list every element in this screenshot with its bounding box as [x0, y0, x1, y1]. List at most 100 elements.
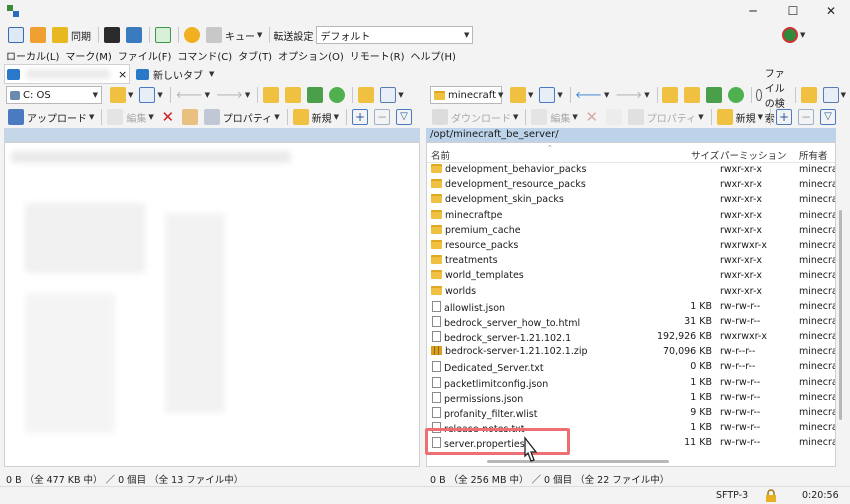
filter-button[interactable]: ▼ [137, 85, 164, 105]
file-name: packetlimitconfig.json [444, 378, 549, 390]
upload-button[interactable]: アップロード ▼ [6, 107, 96, 127]
column-name[interactable]: 名前 [431, 148, 450, 162]
left-path-bar[interactable] [4, 128, 420, 142]
unselect-button[interactable]: − [372, 107, 392, 127]
table-row[interactable]: development_resource_packs rwxr-xr-x minec… [427, 177, 835, 192]
menu-mark[interactable]: マーク(M) [65, 48, 111, 63]
back-button[interactable]: 🡐 ▼ [174, 85, 212, 105]
transfer-settings-select[interactable]: デフォルト ▼ [316, 26, 474, 44]
column-owner[interactable]: 所有者 [799, 148, 828, 162]
table-row[interactable]: allowlist.json 1 KB rw-rw-r-- minecraft [427, 299, 835, 314]
sync-browse-button[interactable] [153, 25, 173, 45]
drive-value: C: OS [23, 89, 51, 101]
rename-button[interactable] [180, 107, 200, 127]
back-button[interactable]: 🡐 ▼ [573, 85, 611, 105]
table-row[interactable]: world_templates rwxr-xr-x minecraft [427, 268, 835, 283]
find-files-button[interactable]: ファイルの検索 [754, 69, 790, 125]
forward-button[interactable]: 🡒 ▼ [214, 85, 252, 105]
refresh-button[interactable] [327, 85, 347, 105]
chevron-down-icon: ▼ [557, 91, 563, 99]
putty-button[interactable] [124, 25, 144, 45]
refresh-button[interactable] [726, 85, 746, 105]
rename-button[interactable] [604, 107, 624, 127]
session-menu[interactable]: ▼ [782, 24, 805, 46]
new-button[interactable]: 新規 ▼ [715, 107, 765, 127]
table-row[interactable]: worlds rwxr-xr-x minecraft [427, 284, 835, 299]
table-row[interactable]: development_skin_packs rwxr-xr-x minecraft [427, 192, 835, 207]
find-button[interactable] [799, 85, 819, 105]
sync-button[interactable]: 同期 [50, 25, 93, 45]
filter-select-button[interactable]: ▽ [394, 107, 414, 127]
delete-button[interactable]: ✕ [158, 107, 178, 127]
protocol-text: SFTP-3 [716, 490, 749, 501]
column-permission[interactable]: パーミッション [720, 148, 787, 162]
open-folder-button[interactable]: ▼ [108, 85, 135, 105]
vertical-scrollbar[interactable] [839, 210, 842, 420]
file-permission: rw-rw-r-- [720, 407, 761, 418]
root-folder-button[interactable] [682, 85, 702, 105]
refresh-both-button[interactable] [28, 25, 48, 45]
table-row[interactable]: resource_packs rwxrwxr-x minecraft [427, 238, 835, 253]
remote-path-bar[interactable]: /opt/minecraft_be_server/ [426, 128, 836, 142]
drive-select[interactable]: C: OS ▼ [6, 86, 102, 104]
table-row[interactable]: profanity_filter.wlist 9 KB rw-rw-r-- minec… [427, 405, 835, 420]
view-button[interactable]: ▼ [821, 85, 848, 105]
queue-button[interactable]: キュー ▼ [204, 25, 264, 45]
select-all-button[interactable]: + [350, 107, 370, 127]
parent-folder-button[interactable] [261, 85, 281, 105]
root-folder-button[interactable] [283, 85, 303, 105]
horizontal-scrollbar[interactable] [487, 460, 669, 463]
table-row[interactable]: bedrock_server_how_to.html 31 KB rw-rw-r--… [427, 314, 835, 329]
open-folder-button[interactable]: ▼ [508, 85, 535, 105]
table-row[interactable]: premium_cache rwxr-xr-x minecraft [427, 223, 835, 238]
new-button[interactable]: 新規 ▼ [291, 107, 341, 127]
session-tab[interactable]: × [4, 64, 130, 84]
new-tab-button[interactable]: 新しいタブ ▼ [136, 64, 214, 84]
download-button[interactable]: ダウンロード ▼ [430, 107, 520, 127]
menu-options[interactable]: オプション(O) [278, 48, 344, 63]
menu-remote[interactable]: リモート(R) [350, 48, 405, 63]
table-row[interactable]: packetlimitconfig.json 1 KB rw-rw-r-- minec… [427, 375, 835, 390]
select-all-button[interactable]: + [774, 107, 794, 127]
preferences-button[interactable] [182, 25, 202, 45]
tab-close-button[interactable]: × [118, 68, 127, 81]
edit-button[interactable]: 編集 ▼ [529, 107, 579, 127]
table-row[interactable]: treatments rwxr-xr-x minecraft [427, 253, 835, 268]
delete-icon: ✕ [585, 108, 599, 126]
remote-file-list[interactable]: 名前 サイズ パーミッション 所有者 ⌃ development_behavio… [426, 142, 836, 467]
menu-tab[interactable]: タブ(T) [238, 48, 272, 63]
home-button[interactable] [305, 85, 325, 105]
forward-button[interactable]: 🡒 ▼ [613, 85, 651, 105]
compare-button[interactable] [6, 25, 26, 45]
maximize-button[interactable]: ☐ [776, 2, 810, 20]
column-size[interactable]: サイズ [691, 148, 719, 162]
table-row[interactable]: Dedicated_Server.txt 0 KB rw-r--r-- minecra… [427, 359, 835, 374]
menu-file[interactable]: ファイル(F) [118, 48, 172, 63]
left-file-list[interactable] [4, 142, 420, 467]
menu-local[interactable]: ローカル(L) [6, 48, 59, 63]
menu-command[interactable]: コマンド(C) [177, 48, 232, 63]
table-row[interactable]: development_behavior_packs rwxr-xr-x minec… [427, 162, 835, 177]
table-row[interactable]: minecraftpe rwxr-xr-x minecraft [427, 208, 835, 223]
edit-button[interactable]: 編集 ▼ [105, 107, 155, 127]
delete-button[interactable]: ✕ [582, 107, 602, 127]
file-permission: rw-rw-r-- [720, 315, 761, 327]
menu-help[interactable]: ヘルプ(H) [411, 48, 456, 63]
find-button[interactable] [356, 85, 376, 105]
parent-folder-button[interactable] [660, 85, 680, 105]
table-row[interactable]: bedrock-server-1.21.102.1.zip 70,096 KB rw… [427, 344, 835, 359]
table-row[interactable]: permissions.json 1 KB rw-rw-r-- minecraft [427, 390, 835, 405]
properties-button[interactable]: プロパティ ▼ [202, 107, 282, 127]
filter-button[interactable]: ▼ [537, 85, 564, 105]
unselect-button[interactable]: − [796, 107, 816, 127]
console-button[interactable] [102, 25, 122, 45]
table-row[interactable]: bedrock_server-1.21.102.1 192,926 KB rwxrw… [427, 329, 835, 344]
minimize-button[interactable]: ─ [736, 2, 770, 20]
folder-icon [431, 164, 442, 173]
remote-location-select[interactable]: minecraft ▼ [430, 86, 503, 104]
properties-button[interactable]: プロパティ ▼ [626, 107, 706, 127]
filter-select-button[interactable]: ▽ [818, 107, 838, 127]
close-button[interactable]: ✕ [814, 2, 848, 20]
home-button[interactable] [704, 85, 724, 105]
view-button[interactable]: ▼ [378, 85, 405, 105]
